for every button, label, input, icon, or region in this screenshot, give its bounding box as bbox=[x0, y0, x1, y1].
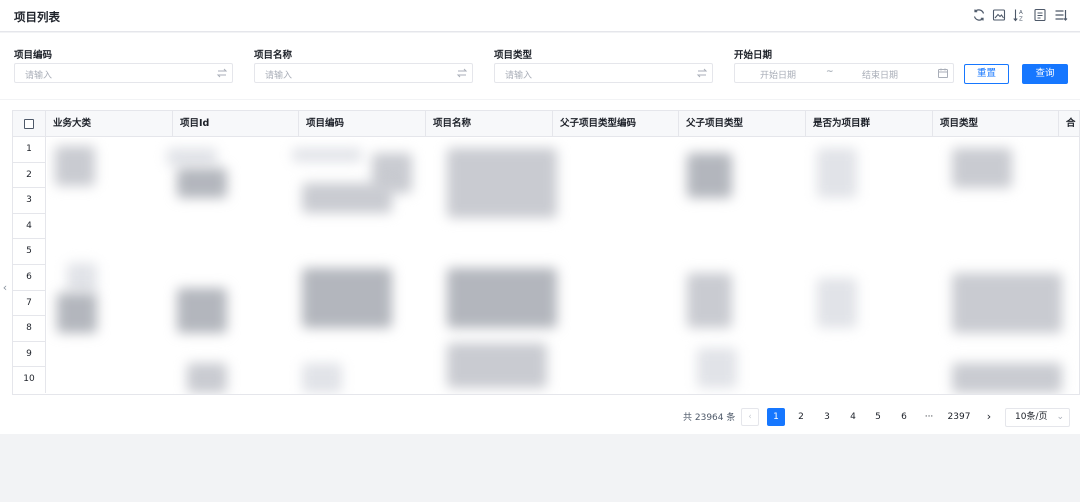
redacted-cell bbox=[447, 148, 557, 218]
row-number: 7 bbox=[13, 290, 46, 317]
redacted-cell bbox=[952, 148, 1012, 188]
project-type-label: 项目类型 bbox=[494, 50, 533, 61]
page-button[interactable]: 6 bbox=[895, 408, 913, 426]
project-name-label: 项目名称 bbox=[254, 50, 293, 61]
redacted-cell bbox=[447, 343, 547, 388]
page-button[interactable]: 1 bbox=[767, 408, 785, 426]
redacted-cell bbox=[687, 153, 732, 198]
page-button[interactable]: 2397 bbox=[947, 408, 971, 426]
query-button[interactable]: 查询 bbox=[1022, 64, 1068, 84]
redacted-cell bbox=[447, 268, 557, 328]
row-number: 3 bbox=[13, 188, 46, 214]
row-number: 9 bbox=[13, 341, 46, 368]
project-code-placeholder: 请输入 bbox=[25, 71, 53, 81]
table-card: 业务大类 项目Id 项目编码 项目名称 父子项目类型编码 父子项目类型 是否为项… bbox=[0, 100, 1080, 502]
row-number: 5 bbox=[13, 239, 46, 265]
redacted-cell bbox=[302, 183, 392, 213]
page-size-value: 10条/页 bbox=[1015, 412, 1048, 422]
redacted-table-body bbox=[47, 138, 1079, 394]
column-header[interactable]: 项目类型 bbox=[933, 111, 1059, 137]
select-all-cell bbox=[13, 111, 46, 137]
swap-icon bbox=[216, 67, 228, 79]
project-name-placeholder: 请输入 bbox=[265, 71, 293, 81]
end-date-placeholder: 结束日期 bbox=[862, 71, 899, 81]
column-header[interactable]: 项目编码 bbox=[299, 111, 426, 137]
refresh-icon[interactable] bbox=[972, 8, 986, 22]
redacted-cell bbox=[302, 363, 342, 393]
sort-alpha-icon[interactable]: AZ bbox=[1012, 8, 1026, 22]
row-number: 6 bbox=[13, 265, 46, 291]
date-range-picker[interactable]: 开始日期 ~ 结束日期 bbox=[734, 63, 954, 83]
redacted-cell bbox=[187, 363, 227, 393]
project-type-input[interactable]: 请输入 bbox=[494, 63, 713, 83]
redacted-cell bbox=[57, 293, 97, 333]
table-card-body: 业务大类 项目Id 项目编码 项目名称 父子项目类型编码 父子项目类型 是否为项… bbox=[0, 100, 1080, 434]
table-header: 业务大类 项目Id 项目编码 项目名称 父子项目类型编码 父子项目类型 是否为项… bbox=[13, 111, 1079, 137]
column-header[interactable]: 父子项目类型 bbox=[679, 111, 806, 137]
svg-text:Z: Z bbox=[1019, 17, 1023, 23]
image-icon[interactable] bbox=[992, 8, 1006, 22]
prev-page-button[interactable]: ‹ bbox=[741, 408, 759, 426]
redacted-cell bbox=[817, 148, 857, 198]
chevron-down-icon: ⌄ bbox=[1056, 412, 1064, 422]
column-header[interactable]: 合 bbox=[1059, 111, 1079, 137]
column-header[interactable]: 项目Id bbox=[173, 111, 299, 137]
pagination-total: 共 23964 条 bbox=[683, 413, 736, 423]
swap-icon bbox=[696, 67, 708, 79]
next-page-button[interactable]: › bbox=[980, 408, 998, 426]
redacted-cell bbox=[952, 363, 1062, 393]
redacted-cell bbox=[67, 263, 97, 293]
redacted-cell bbox=[55, 146, 95, 186]
column-header[interactable]: 父子项目类型编码 bbox=[553, 111, 679, 137]
project-code-input[interactable]: 请输入 bbox=[14, 63, 233, 83]
redacted-cell bbox=[292, 148, 362, 162]
project-name-input[interactable]: 请输入 bbox=[254, 63, 473, 83]
redacted-cell bbox=[952, 273, 1062, 333]
redacted-cell bbox=[687, 273, 732, 328]
select-all-checkbox[interactable] bbox=[24, 119, 34, 129]
column-settings-icon[interactable] bbox=[1054, 8, 1068, 22]
svg-text:A: A bbox=[1019, 10, 1023, 16]
page-button[interactable]: 2 bbox=[792, 408, 810, 426]
page-ellipsis[interactable]: ··· bbox=[920, 408, 938, 426]
page-button[interactable]: 5 bbox=[869, 408, 887, 426]
filter-panel: 项目编码 请输入 项目名称 请输入 项目类型 请输入 开始日期 开始日期 ~ 结… bbox=[0, 33, 1080, 99]
redacted-cell bbox=[167, 148, 217, 166]
redacted-cell bbox=[177, 168, 227, 198]
export-icon[interactable] bbox=[1033, 8, 1047, 22]
collapse-sidebar-icon[interactable]: ‹ bbox=[0, 278, 10, 298]
row-number: 4 bbox=[13, 213, 46, 240]
redacted-cell bbox=[177, 288, 227, 333]
row-number: 10 bbox=[13, 367, 46, 393]
row-number: 8 bbox=[13, 316, 46, 342]
page-header: 项目列表 AZ bbox=[0, 0, 1080, 32]
page-size-select[interactable]: 10条/页 ⌄ bbox=[1005, 408, 1070, 427]
project-code-label: 项目编码 bbox=[14, 50, 53, 61]
row-number: 1 bbox=[13, 137, 46, 163]
project-type-placeholder: 请输入 bbox=[505, 71, 533, 81]
column-header[interactable]: 项目名称 bbox=[426, 111, 553, 137]
redacted-cell bbox=[697, 348, 737, 388]
redacted-cell bbox=[302, 268, 392, 328]
start-date-placeholder: 开始日期 bbox=[760, 71, 797, 81]
date-separator: ~ bbox=[826, 67, 834, 77]
data-table: 业务大类 项目Id 项目编码 项目名称 父子项目类型编码 父子项目类型 是否为项… bbox=[12, 110, 1080, 395]
swap-icon bbox=[456, 67, 468, 79]
row-number: 2 bbox=[13, 162, 46, 189]
page-button[interactable]: 3 bbox=[818, 408, 836, 426]
redacted-cell bbox=[817, 278, 857, 328]
start-date-label: 开始日期 bbox=[734, 50, 773, 61]
page-title: 项目列表 bbox=[14, 10, 60, 24]
column-header[interactable]: 是否为项目群 bbox=[806, 111, 933, 137]
reset-button[interactable]: 重置 bbox=[964, 64, 1009, 84]
column-header[interactable]: 业务大类 bbox=[46, 111, 173, 137]
page-button[interactable]: 4 bbox=[844, 408, 862, 426]
calendar-icon bbox=[937, 67, 949, 79]
